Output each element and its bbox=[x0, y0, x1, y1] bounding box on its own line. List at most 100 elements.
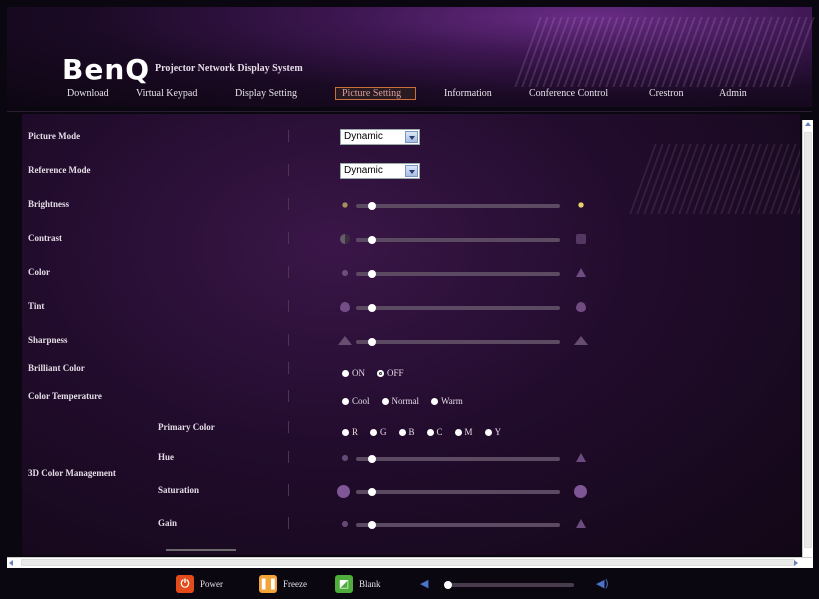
row-hue: Hue bbox=[22, 448, 800, 470]
primary-color-y-radio[interactable]: Y bbox=[484, 427, 502, 437]
main-nav: Download Virtual Keypad Display Setting … bbox=[7, 87, 812, 104]
color-temp-cool-radio[interactable]: Cool bbox=[342, 396, 370, 406]
sun-dim-icon bbox=[340, 200, 350, 210]
app-window: BenQ Projector Network Display System Do… bbox=[0, 0, 819, 599]
row-separator bbox=[288, 390, 289, 402]
slider-track[interactable] bbox=[356, 272, 560, 276]
slider-track[interactable] bbox=[356, 340, 560, 344]
slider-handle[interactable] bbox=[368, 455, 377, 463]
sharpness-label: Sharpness bbox=[28, 335, 68, 345]
color-high-icon bbox=[576, 268, 586, 277]
nav-picture-setting[interactable]: Picture Setting bbox=[335, 87, 417, 100]
nav-download[interactable]: Download bbox=[67, 88, 109, 99]
brilliant-color-off-radio[interactable]: OFF bbox=[377, 368, 404, 378]
brilliant-color-on-radio[interactable]: ON bbox=[342, 368, 365, 378]
vertical-scrollbar[interactable] bbox=[802, 120, 813, 568]
row-color-temperature: Color Temperature Cool Normal Warm bbox=[22, 387, 800, 409]
row-separator bbox=[288, 451, 289, 463]
radio-label: Normal bbox=[391, 396, 420, 406]
header-divider bbox=[7, 111, 812, 112]
volume-down-icon[interactable]: ◀ bbox=[420, 578, 432, 590]
volume-up-icon[interactable]: ◀) bbox=[596, 578, 609, 590]
row-separator bbox=[288, 362, 289, 374]
horizontal-scrollbar[interactable] bbox=[7, 557, 812, 568]
primary-color-c-radio[interactable]: C bbox=[426, 427, 443, 437]
reference-mode-select[interactable]: Dynamic bbox=[340, 163, 420, 179]
slider-handle[interactable] bbox=[368, 202, 377, 210]
freeze-label: Freeze bbox=[283, 579, 307, 589]
slider-track[interactable] bbox=[356, 306, 560, 310]
chevron-down-icon[interactable] bbox=[405, 131, 418, 143]
contrast-slider[interactable] bbox=[334, 231, 592, 249]
radio-label: G bbox=[380, 427, 387, 437]
radio-dot-icon bbox=[454, 429, 462, 436]
picture-mode-select[interactable]: Dynamic bbox=[340, 129, 420, 145]
slider-handle[interactable] bbox=[368, 270, 377, 278]
primary-color-m-radio[interactable]: M bbox=[454, 427, 473, 437]
radio-dot-icon bbox=[342, 370, 349, 377]
row-separator bbox=[288, 517, 289, 529]
radio-dot-icon bbox=[370, 429, 378, 436]
row-separator bbox=[288, 300, 289, 312]
primary-color-b-radio[interactable]: B bbox=[398, 427, 415, 437]
slider-track[interactable] bbox=[356, 457, 560, 461]
radio-label: OFF bbox=[387, 368, 404, 378]
row-separator bbox=[288, 198, 289, 210]
nav-information[interactable]: Information bbox=[444, 88, 492, 99]
row-separator bbox=[288, 164, 289, 176]
control-footer: ⏻ Power ❚❚ Freeze ◩ Blank ◀ ◀) bbox=[0, 568, 819, 599]
slider-handle[interactable] bbox=[368, 304, 377, 312]
volume-track[interactable] bbox=[448, 583, 574, 587]
power-label: Power bbox=[200, 579, 223, 589]
slider-handle[interactable] bbox=[368, 236, 377, 244]
nav-display-setting[interactable]: Display Setting bbox=[235, 88, 297, 99]
row-brilliant-color: Brilliant Color ON OFF bbox=[22, 359, 800, 381]
slider-handle[interactable] bbox=[368, 338, 377, 346]
slider-track[interactable] bbox=[356, 238, 560, 242]
radio-dot-icon bbox=[426, 429, 434, 436]
primary-color-r-radio[interactable]: R bbox=[342, 427, 358, 437]
slider-handle[interactable] bbox=[368, 521, 377, 529]
hue-low-icon bbox=[340, 453, 350, 463]
gain-slider[interactable] bbox=[334, 516, 592, 534]
row-separator bbox=[288, 266, 289, 278]
brightness-slider[interactable] bbox=[334, 197, 592, 215]
slider-track[interactable] bbox=[356, 204, 560, 208]
tint-label: Tint bbox=[28, 301, 45, 311]
radio-label: Y bbox=[494, 427, 502, 437]
contrast-high-icon bbox=[576, 234, 586, 244]
slider-track[interactable] bbox=[356, 490, 560, 494]
hue-slider[interactable] bbox=[334, 450, 592, 468]
volume-handle[interactable] bbox=[444, 581, 452, 589]
primary-color-label: Primary Color bbox=[158, 422, 215, 432]
nav-admin[interactable]: Admin bbox=[719, 88, 747, 99]
nav-virtual-keypad[interactable]: Virtual Keypad bbox=[136, 88, 197, 99]
contrast-low-icon bbox=[340, 234, 350, 244]
row-brightness: Brightness bbox=[22, 195, 800, 217]
saturation-slider[interactable] bbox=[334, 483, 592, 501]
saturation-low-icon bbox=[337, 485, 350, 498]
radio-dot-icon bbox=[381, 398, 389, 405]
hue-label: Hue bbox=[158, 452, 175, 462]
sharpness-slider[interactable] bbox=[334, 333, 592, 351]
color-temp-normal-radio[interactable]: Normal bbox=[381, 396, 420, 406]
slider-handle[interactable] bbox=[368, 488, 377, 496]
vertical-scroll-thumb[interactable] bbox=[804, 132, 812, 548]
nav-conference-control[interactable]: Conference Control bbox=[529, 88, 608, 99]
slider-track[interactable] bbox=[356, 523, 560, 527]
radio-dot-selected-icon bbox=[377, 370, 384, 377]
color-temp-warm-radio[interactable]: Warm bbox=[431, 396, 463, 406]
horizontal-scroll-thumb[interactable] bbox=[21, 559, 795, 566]
row-separator bbox=[288, 232, 289, 244]
color-temperature-radios: Cool Normal Warm bbox=[342, 391, 471, 409]
volume-slider[interactable]: ◀ ◀) bbox=[420, 578, 610, 592]
row-picture-mode: Picture Mode Dynamic bbox=[22, 127, 800, 149]
primary-color-g-radio[interactable]: G bbox=[370, 427, 387, 437]
tint-slider[interactable] bbox=[334, 299, 592, 317]
chevron-down-icon[interactable] bbox=[405, 165, 418, 177]
row-reference-mode: Reference Mode Dynamic bbox=[22, 161, 800, 183]
nav-crestron[interactable]: Crestron bbox=[649, 88, 683, 99]
radio-dot-icon bbox=[342, 398, 349, 405]
color-slider[interactable] bbox=[334, 265, 592, 283]
scroll-up-icon[interactable] bbox=[804, 120, 812, 129]
